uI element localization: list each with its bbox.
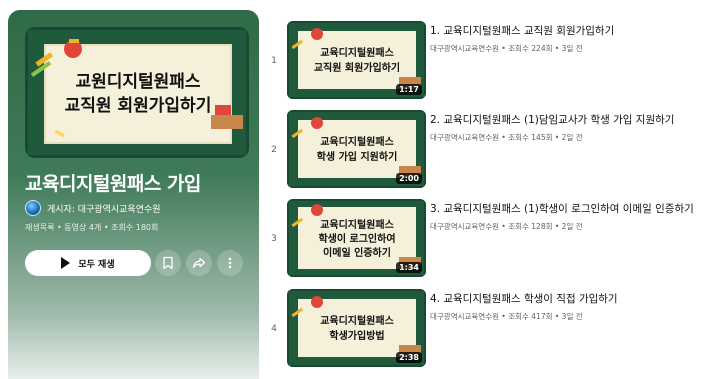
video-meta: 대구광역시교육연수원 • 조회수 128회 • 2일 전 bbox=[430, 222, 583, 231]
video-meta: 대구광역시교육연수원 • 조회수 224회 • 3일 전 bbox=[430, 44, 583, 53]
video-thumbnail[interactable]: 교육디지털원패스 학생이 로그인하여 이메일 인증하기 1:34 bbox=[287, 199, 426, 277]
playlist-owner[interactable]: 게시자: 대구광역시교육연수원 bbox=[25, 200, 161, 216]
owner-label[interactable]: 게시자: 대구광역시교육연수원 bbox=[47, 202, 161, 215]
video-row[interactable]: 3 교육디지털원패스 학생이 로그인하여 이메일 인증하기 1:34 3. 교육… bbox=[263, 199, 713, 279]
thumb-line-2: 학생가입방법 bbox=[329, 329, 384, 342]
thumb-line-1: 교육디지털원패스 bbox=[320, 135, 394, 148]
duration-badge: 2:00 bbox=[396, 173, 422, 184]
video-thumbnail[interactable]: 교육디지털원패스 학생 가입 지원하기 2:00 bbox=[287, 110, 426, 188]
video-index: 3 bbox=[271, 234, 277, 244]
thumb-line-1: 교육디지털원패스 bbox=[320, 314, 394, 327]
hero-line-1: 교원디지털원패스 bbox=[75, 72, 200, 92]
more-icon bbox=[228, 257, 232, 269]
save-playlist-button[interactable] bbox=[155, 250, 181, 276]
video-title[interactable]: 2. 교육디지털원패스 (1)담임교사가 학생 가입 지원하기 bbox=[430, 112, 710, 127]
duration-badge: 2:38 bbox=[396, 352, 422, 363]
video-title[interactable]: 4. 교육디지털원패스 학생이 직접 가입하기 bbox=[430, 291, 710, 306]
video-row[interactable]: 4 교육디지털원패스 학생가입방법 2:38 4. 교육디지털원패스 학생이 직… bbox=[263, 289, 713, 369]
playlist-header-panel: 교원디지털원패스 교직원 회원가입하기 교육디지털원패스 가입 게시자: 대구광… bbox=[8, 10, 259, 379]
thumb-line-2: 학생이 로그인하여 bbox=[318, 232, 395, 245]
video-title[interactable]: 1. 교육디지털원패스 교직원 회원가입하기 bbox=[430, 23, 710, 38]
thumb-line-1: 교육디지털원패스 bbox=[320, 218, 394, 231]
playlist-hero-thumbnail[interactable]: 교원디지털원패스 교직원 회원가입하기 bbox=[25, 27, 249, 158]
video-row[interactable]: 1 교육디지털원패스 교직원 회원가입하기 1:17 1. 교육디지털원패스 교… bbox=[263, 21, 713, 101]
save-icon bbox=[163, 256, 173, 270]
channel-avatar-icon[interactable] bbox=[25, 200, 41, 216]
more-actions-button[interactable] bbox=[217, 250, 243, 276]
video-index: 4 bbox=[271, 324, 277, 334]
share-icon bbox=[192, 257, 206, 269]
playlist-meta: 재생목록 • 동영상 4개 • 조회수 180회 bbox=[25, 223, 159, 232]
playlist-title: 교육디지털원패스 가입 bbox=[25, 173, 201, 195]
play-all-button[interactable]: 모두 재생 bbox=[25, 250, 151, 276]
video-row[interactable]: 2 교육디지털원패스 학생 가입 지원하기 2:00 2. 교육디지털원패스 (… bbox=[263, 110, 713, 190]
video-title[interactable]: 3. 교육디지털원패스 (1)학생이 로그인하여 이메일 인증하기 bbox=[430, 201, 710, 216]
thumb-line-3: 이메일 인증하기 bbox=[323, 246, 391, 259]
thumb-line-2: 교직원 회원가입하기 bbox=[314, 61, 400, 74]
video-index: 2 bbox=[271, 145, 277, 155]
thumb-line-1: 교육디지털원패스 bbox=[320, 46, 394, 59]
hero-line-2: 교직원 회원가입하기 bbox=[65, 96, 212, 116]
video-meta: 대구광역시교육연수원 • 조회수 145회 • 2일 전 bbox=[430, 133, 583, 142]
play-icon bbox=[61, 257, 71, 269]
thumb-line-2: 학생 가입 지원하기 bbox=[317, 150, 398, 163]
duration-badge: 1:34 bbox=[396, 262, 422, 273]
playlist-page: 교원디지털원패스 교직원 회원가입하기 교육디지털원패스 가입 게시자: 대구광… bbox=[0, 0, 720, 379]
video-meta: 대구광역시교육연수원 • 조회수 417회 • 3일 전 bbox=[430, 312, 583, 321]
video-thumbnail[interactable]: 교육디지털원패스 교직원 회원가입하기 1:17 bbox=[287, 21, 426, 99]
video-thumbnail[interactable]: 교육디지털원패스 학생가입방법 2:38 bbox=[287, 289, 426, 367]
play-all-label: 모두 재생 bbox=[78, 259, 115, 270]
share-button[interactable] bbox=[186, 250, 212, 276]
hero-thumbnail-art: 교원디지털원패스 교직원 회원가입하기 bbox=[25, 27, 249, 158]
duration-badge: 1:17 bbox=[396, 84, 422, 95]
video-index: 1 bbox=[271, 56, 277, 66]
